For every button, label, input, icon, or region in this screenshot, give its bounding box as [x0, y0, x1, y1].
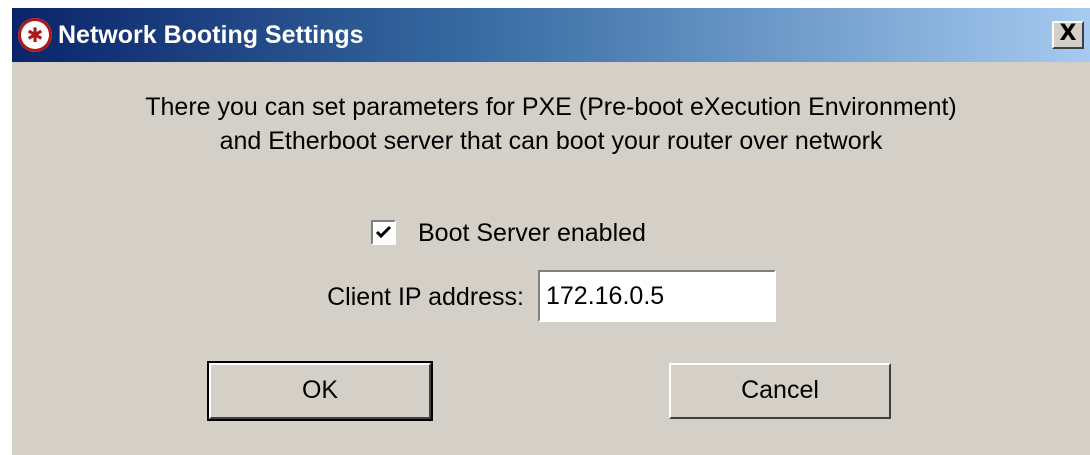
close-icon: X	[1059, 21, 1077, 46]
title-bar[interactable]: ✱ Network Booting Settings X	[12, 8, 1090, 62]
close-button[interactable]: X	[1052, 21, 1084, 49]
client-ip-input[interactable]	[538, 270, 776, 322]
app-logo-icon: ✱	[18, 18, 52, 52]
window-title: Network Booting Settings	[58, 21, 364, 49]
description-text: There you can set parameters for PXE (Pr…	[12, 90, 1090, 158]
checkmark-icon	[375, 225, 392, 239]
description-line-2: and Etherboot server that can boot your …	[219, 127, 883, 155]
cancel-button[interactable]: Cancel	[669, 363, 891, 419]
description-line-1: There you can set parameters for PXE (Pr…	[145, 93, 957, 121]
boot-server-label: Boot Server enabled	[418, 219, 646, 247]
dialog-window: ✱ Network Booting Settings X There you c…	[12, 8, 1090, 455]
ok-button[interactable]: OK	[207, 361, 433, 421]
boot-server-checkbox[interactable]	[371, 220, 396, 245]
client-ip-label: Client IP address:	[327, 283, 524, 311]
